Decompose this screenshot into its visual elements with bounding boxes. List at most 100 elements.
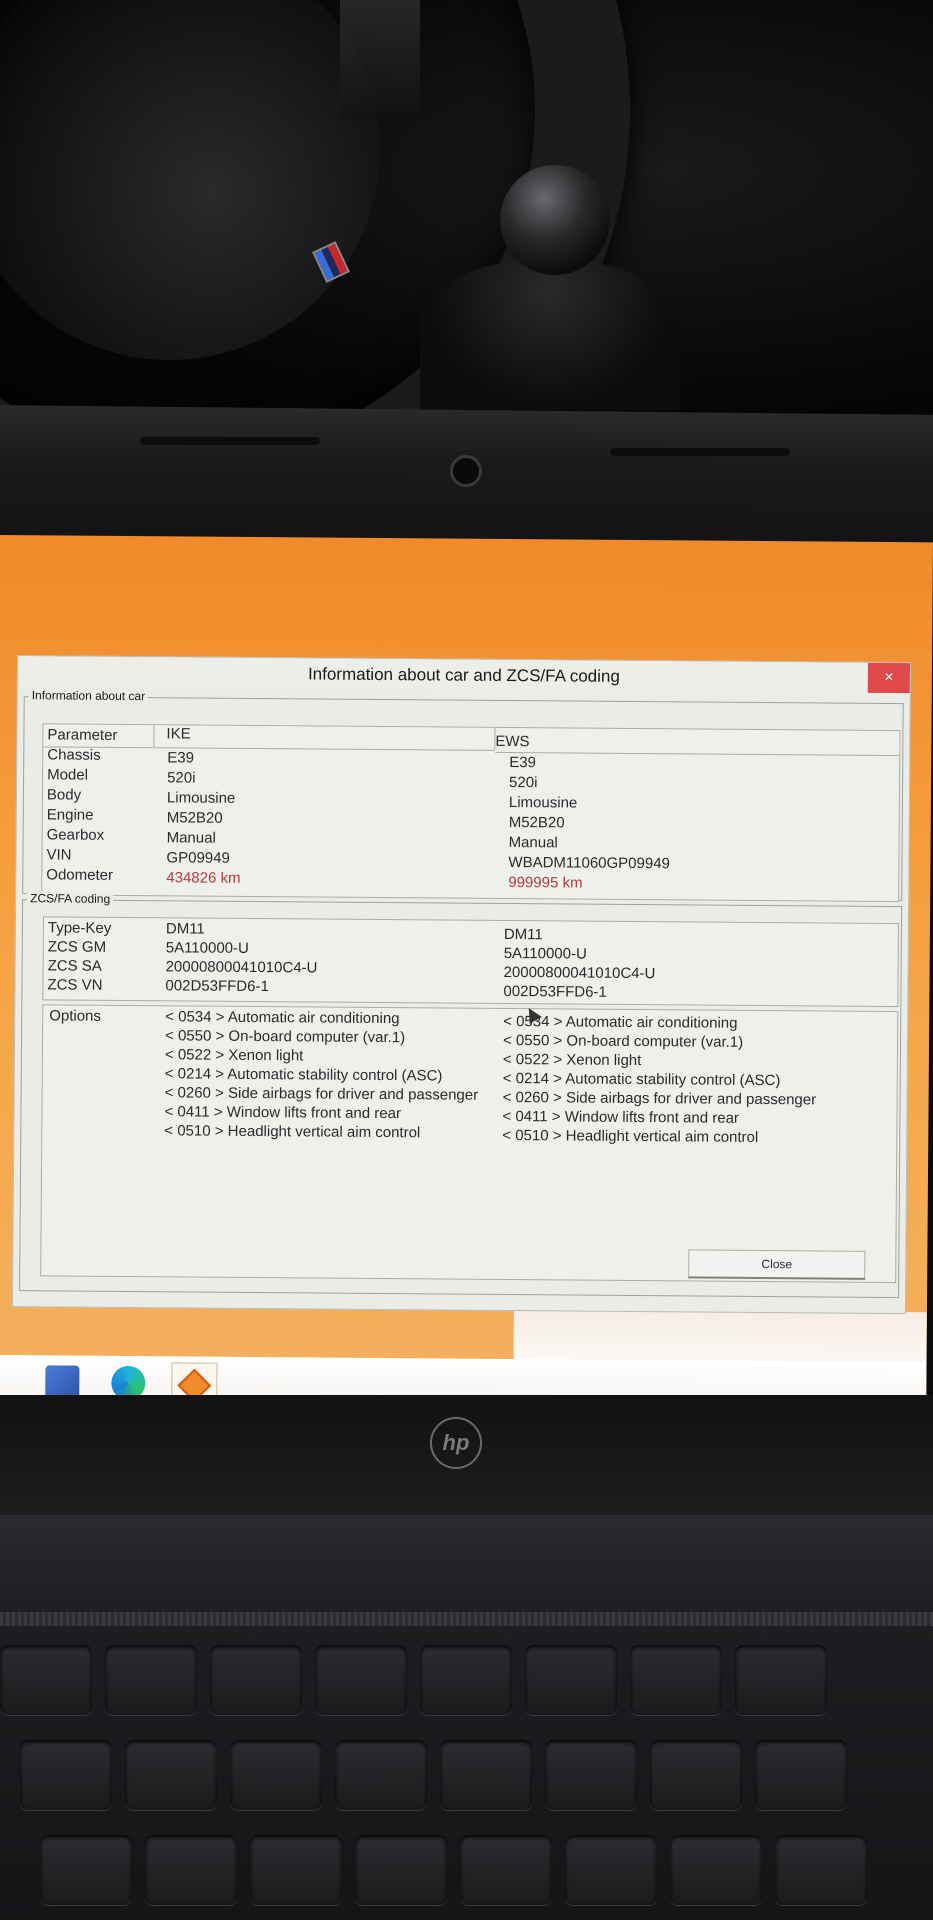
- list-item: < 0411 > Window lifts front and rear: [502, 1107, 740, 1127]
- ike-type-key: DM11: [165, 920, 205, 938]
- param-zcs-gm: ZCS GM: [47, 938, 107, 956]
- list-item: < 0522 > Xenon light: [164, 1046, 304, 1065]
- car-interior-photo: [0, 0, 933, 425]
- list-item: < 0411 > Window lifts front and rear: [164, 1103, 402, 1123]
- list-item: < 0522 > Xenon light: [502, 1050, 642, 1070]
- ews-type-key: DM11: [503, 925, 543, 944]
- bezel-slot-left: [140, 437, 320, 445]
- keyboard-key[interactable]: [420, 1645, 512, 1715]
- ike-gearbox: Manual: [166, 829, 216, 847]
- keyboard-key[interactable]: [20, 1740, 112, 1810]
- keyboard-key[interactable]: [0, 1645, 92, 1715]
- param-zcs-vn: ZCS VN: [47, 976, 103, 994]
- ews-zcs-vn: 002D53FFD6-1: [503, 982, 607, 1001]
- list-item: < 0214 > Automatic stability control (AS…: [502, 1069, 781, 1090]
- ews-body: Limousine: [508, 794, 578, 812]
- header-ike: IKE: [166, 725, 191, 743]
- keyboard-key[interactable]: [315, 1645, 407, 1715]
- keyboard-key[interactable]: [460, 1835, 552, 1905]
- list-item: < 0550 > On-board computer (var.1): [165, 1027, 406, 1047]
- param-model: Model: [47, 766, 89, 784]
- keyboard-key[interactable]: [755, 1740, 847, 1810]
- table-header-cell[interactable]: IKE: [154, 725, 495, 751]
- laptop-keyboard: [0, 1515, 933, 1920]
- table-header-cell[interactable]: Parameter: [43, 724, 154, 749]
- zcs-group-title: ZCS/FA coding: [27, 891, 114, 906]
- ews-zcs-sa: 20000800041010C4-U: [503, 963, 656, 983]
- info-table: Parameter IKE EWS Chassis Model Body Eng…: [41, 723, 901, 903]
- info-group: Information about car Parameter IKE EWS …: [22, 688, 904, 903]
- ike-chassis: E39: [167, 749, 195, 767]
- ews-odometer: 999995 km: [508, 874, 583, 892]
- list-item: < 0550 > On-board computer (var.1): [502, 1031, 744, 1051]
- param-type-key: Type-Key: [47, 919, 112, 937]
- param-vin: VIN: [46, 846, 72, 864]
- ews-vin: WBADM11060GP09949: [508, 854, 670, 873]
- options-label: Options: [49, 1007, 101, 1025]
- ews-model: 520i: [509, 774, 538, 792]
- param-body: Body: [46, 786, 82, 804]
- bezel-slot-right: [610, 448, 790, 456]
- column-divider: [494, 727, 496, 750]
- param-gearbox: Gearbox: [46, 826, 105, 844]
- header-parameter: Parameter: [47, 726, 118, 744]
- close-button[interactable]: Close: [688, 1249, 866, 1280]
- close-icon[interactable]: ×: [867, 662, 911, 694]
- list-item: < 0510 > Headlight vertical aim control: [164, 1122, 421, 1142]
- ike-zcs-gm: 5A110000-U: [165, 939, 249, 957]
- keyboard-key[interactable]: [230, 1740, 322, 1810]
- dialog-title: Information about car and ZCS/FA coding: [307, 664, 620, 686]
- gear-knob: [500, 165, 610, 275]
- ike-odometer: 434826 km: [166, 869, 241, 887]
- dialog-titlebar[interactable]: Information about car and ZCS/FA coding …: [17, 656, 911, 696]
- laptop-screen: Information about car and ZCS/FA coding …: [0, 535, 933, 1408]
- ews-zcs-gm: 5A110000-U: [503, 944, 587, 963]
- ike-zcs-vn: 002D53FFD6-1: [165, 977, 269, 996]
- keyboard-key[interactable]: [525, 1645, 617, 1715]
- hp-logo: hp: [430, 1417, 482, 1469]
- zcs-group: ZCS/FA coding Type-Key ZCS GM ZCS SA ZCS…: [19, 891, 903, 1299]
- keyboard-key[interactable]: [545, 1740, 637, 1810]
- keyboard-key[interactable]: [250, 1835, 342, 1905]
- keyboard-key[interactable]: [335, 1740, 427, 1810]
- laptop-hinge: [0, 1612, 933, 1626]
- keyboard-key[interactable]: [105, 1645, 197, 1715]
- center-console-trim: [340, 0, 420, 120]
- param-engine: Engine: [46, 806, 94, 824]
- keyboard-key[interactable]: [125, 1740, 217, 1810]
- keyboard-key[interactable]: [735, 1645, 827, 1715]
- list-item: < 0510 > Headlight vertical aim control: [502, 1126, 759, 1146]
- keyboard-key[interactable]: [355, 1835, 447, 1905]
- list-item: < 0214 > Automatic stability control (AS…: [164, 1065, 443, 1085]
- param-chassis: Chassis: [47, 746, 101, 764]
- param-odometer: Odometer: [46, 866, 114, 884]
- ike-model: 520i: [167, 769, 196, 787]
- keyboard-key[interactable]: [145, 1835, 237, 1905]
- ike-engine: M52B20: [166, 809, 223, 827]
- header-ews: EWS: [495, 732, 530, 751]
- ike-zcs-sa: 20000800041010C4-U: [165, 958, 318, 977]
- keyboard-key[interactable]: [40, 1835, 132, 1905]
- keyboard-key[interactable]: [630, 1645, 722, 1715]
- list-item: < 0534 > Automatic air conditioning: [165, 1008, 400, 1028]
- ike-vin: GP09949: [166, 849, 230, 867]
- webcam-icon: [450, 455, 482, 487]
- keyboard-key[interactable]: [670, 1835, 762, 1905]
- list-item: < 0260 > Side airbags for driver and pas…: [502, 1088, 817, 1109]
- keyboard-key[interactable]: [775, 1835, 867, 1905]
- column-divider: [153, 725, 155, 748]
- keyboard-key[interactable]: [565, 1835, 657, 1905]
- table-header-cell[interactable]: EWS: [495, 729, 900, 757]
- keyboard-key[interactable]: [650, 1740, 742, 1810]
- zcs-table: Type-Key ZCS GM ZCS SA ZCS VN DM11 5A110…: [42, 916, 899, 1008]
- keyboard-key[interactable]: [210, 1645, 302, 1715]
- keyboard-key[interactable]: [440, 1740, 532, 1810]
- options-list[interactable]: Options < 0534 > Automatic air condition…: [40, 1004, 899, 1284]
- ews-gearbox: Manual: [508, 834, 558, 852]
- ike-body: Limousine: [166, 789, 236, 807]
- gear-boot: [420, 260, 680, 410]
- coding-info-dialog: Information about car and ZCS/FA coding …: [11, 655, 912, 1315]
- info-group-title: Information about car: [28, 688, 149, 704]
- ews-chassis: E39: [509, 754, 536, 772]
- list-item: < 0260 > Side airbags for driver and pas…: [164, 1084, 479, 1104]
